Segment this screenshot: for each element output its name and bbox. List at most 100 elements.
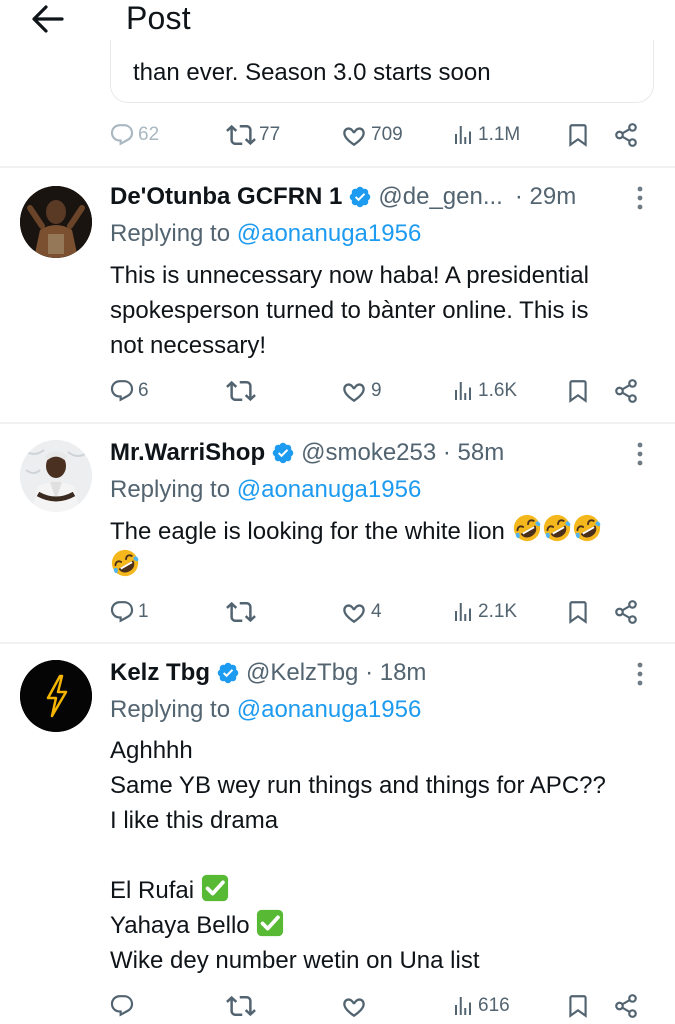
reply-text-line: Same YB wey run things and things for AP… [110,772,606,799]
avatar[interactable] [20,186,92,258]
reply-post[interactable]: Kelz Tbg @KelzTbg · 18m Replying to @aon… [0,656,675,1024]
reply-button[interactable]: 62 [109,118,159,152]
reply-actions: 6 9 1.6K [0,374,675,408]
replying-label: Replying to [110,220,231,247]
replying-label: Replying to [110,696,231,723]
reply-text-line: Aghhhh [110,737,193,764]
views-button[interactable]: 616 [451,989,510,1023]
views-count: 1.1M [478,124,521,145]
views-button[interactable]: 2.1K [451,595,517,629]
bookmark-icon [565,378,591,404]
like-count: 709 [371,124,403,145]
reply-button[interactable]: 6 [109,374,149,408]
rofl-emoji-icon [110,548,140,578]
mention-link[interactable]: @aonanuga1956 [237,696,422,723]
repost-count: 77 [259,124,281,145]
heart-icon [340,377,368,405]
bookmark-icon [565,993,591,1019]
views-icon [451,123,475,147]
reply-text-line-wrap: The eagle is looking for the white lion [110,513,602,548]
more-options-icon[interactable] [630,184,650,212]
back-button[interactable] [30,2,70,36]
mention-link[interactable]: @aonanuga1956 [237,220,422,247]
views-count: 1.6K [478,380,518,401]
quoted-post-card[interactable]: than ever. Season 3.0 starts soon [110,40,654,103]
reply-count: 1 [138,601,149,622]
display-name[interactable]: Kelz Tbg [110,659,210,687]
repost-button[interactable] [226,989,256,1023]
bookmark-button[interactable] [565,118,591,152]
display-name[interactable]: Mr.WarriShop [110,439,265,467]
display-name[interactable]: De'Otunba GCFRN 1 [110,183,342,211]
avatar[interactable] [20,660,92,732]
reply-icon [109,599,135,625]
bookmark-icon [565,599,591,625]
views-button[interactable]: 1.1M [451,118,520,152]
replying-label: Replying to [110,476,231,503]
repost-button[interactable]: 77 [226,118,280,152]
repost-button[interactable] [226,595,256,629]
views-count: 616 [478,995,510,1016]
mention-link[interactable]: @aonanuga1956 [237,476,422,503]
main-post-actions: 62 77 709 1.1M [0,118,675,152]
repost-button[interactable] [226,374,256,408]
more-options-icon[interactable] [630,440,650,468]
views-icon [451,600,475,624]
avatar[interactable] [20,440,92,512]
share-icon [613,599,639,625]
repost-icon [226,376,256,406]
reply-text-line: This is unnecessary now haba! A presiden… [110,262,589,289]
share-button[interactable] [613,595,639,629]
reply-icon [109,122,135,148]
check-mark-emoji-icon [201,874,229,902]
like-button[interactable]: 4 [340,595,382,629]
views-button[interactable]: 1.6K [451,374,517,408]
divider [0,422,675,424]
share-button[interactable] [613,374,639,408]
reply-post[interactable]: De'Otunba GCFRN 1 @de_gen... · 29m Reply… [0,180,675,420]
like-button[interactable] [340,989,368,1023]
replying-to: Replying to @aonanuga1956 [110,476,421,504]
reply-text: Aghhhh Same YB wey run things and things… [110,733,606,978]
reply-text: This is unnecessary now haba! A presiden… [110,258,589,363]
share-button[interactable] [613,118,639,152]
back-arrow-icon [32,5,64,33]
user-handle[interactable]: @KelzTbg · 18m [246,659,426,687]
share-icon [613,993,639,1019]
like-count: 9 [371,380,382,401]
reply-text-line: Wike dey number wetin on Una list [110,947,480,974]
bookmark-button[interactable] [565,989,591,1023]
reply-icon [109,993,135,1019]
bookmark-button[interactable] [565,595,591,629]
reply-post[interactable]: Mr.WarriShop @smoke253 · 58m Replying to… [0,436,675,641]
verified-badge-icon [348,185,372,209]
check-mark-emoji-icon [256,909,284,937]
user-handle[interactable]: @smoke253 · 58m [301,439,504,467]
heart-icon [340,121,368,149]
reply-icon [109,378,135,404]
reply-text-line: spokesperson turned to bànter online. Th… [110,297,589,324]
like-count: 4 [371,601,382,622]
more-options-icon[interactable] [630,660,650,688]
reply-text-line: Yahaya Bello [110,912,250,939]
reply-header: Mr.WarriShop @smoke253 · 58m [110,436,504,470]
verified-badge-icon [216,661,240,685]
verified-badge-icon [271,441,295,465]
bookmark-button[interactable] [565,374,591,408]
reply-header: Kelz Tbg @KelzTbg · 18m [110,656,426,690]
divider [0,642,675,644]
rofl-emoji-icon [512,513,542,543]
reply-text-line: El Rufai [110,877,195,904]
like-button[interactable]: 9 [340,374,382,408]
repost-icon [226,120,256,150]
share-button[interactable] [613,989,639,1023]
reply-button[interactable] [109,989,135,1023]
reply-button[interactable]: 1 [109,595,149,629]
rofl-emoji-icon [572,513,602,543]
user-handle[interactable]: @de_gen... [378,183,502,211]
share-icon [613,122,639,148]
rofl-emoji-icon [542,513,572,543]
share-icon [613,378,639,404]
like-button[interactable]: 709 [340,118,403,152]
repost-icon [226,597,256,627]
